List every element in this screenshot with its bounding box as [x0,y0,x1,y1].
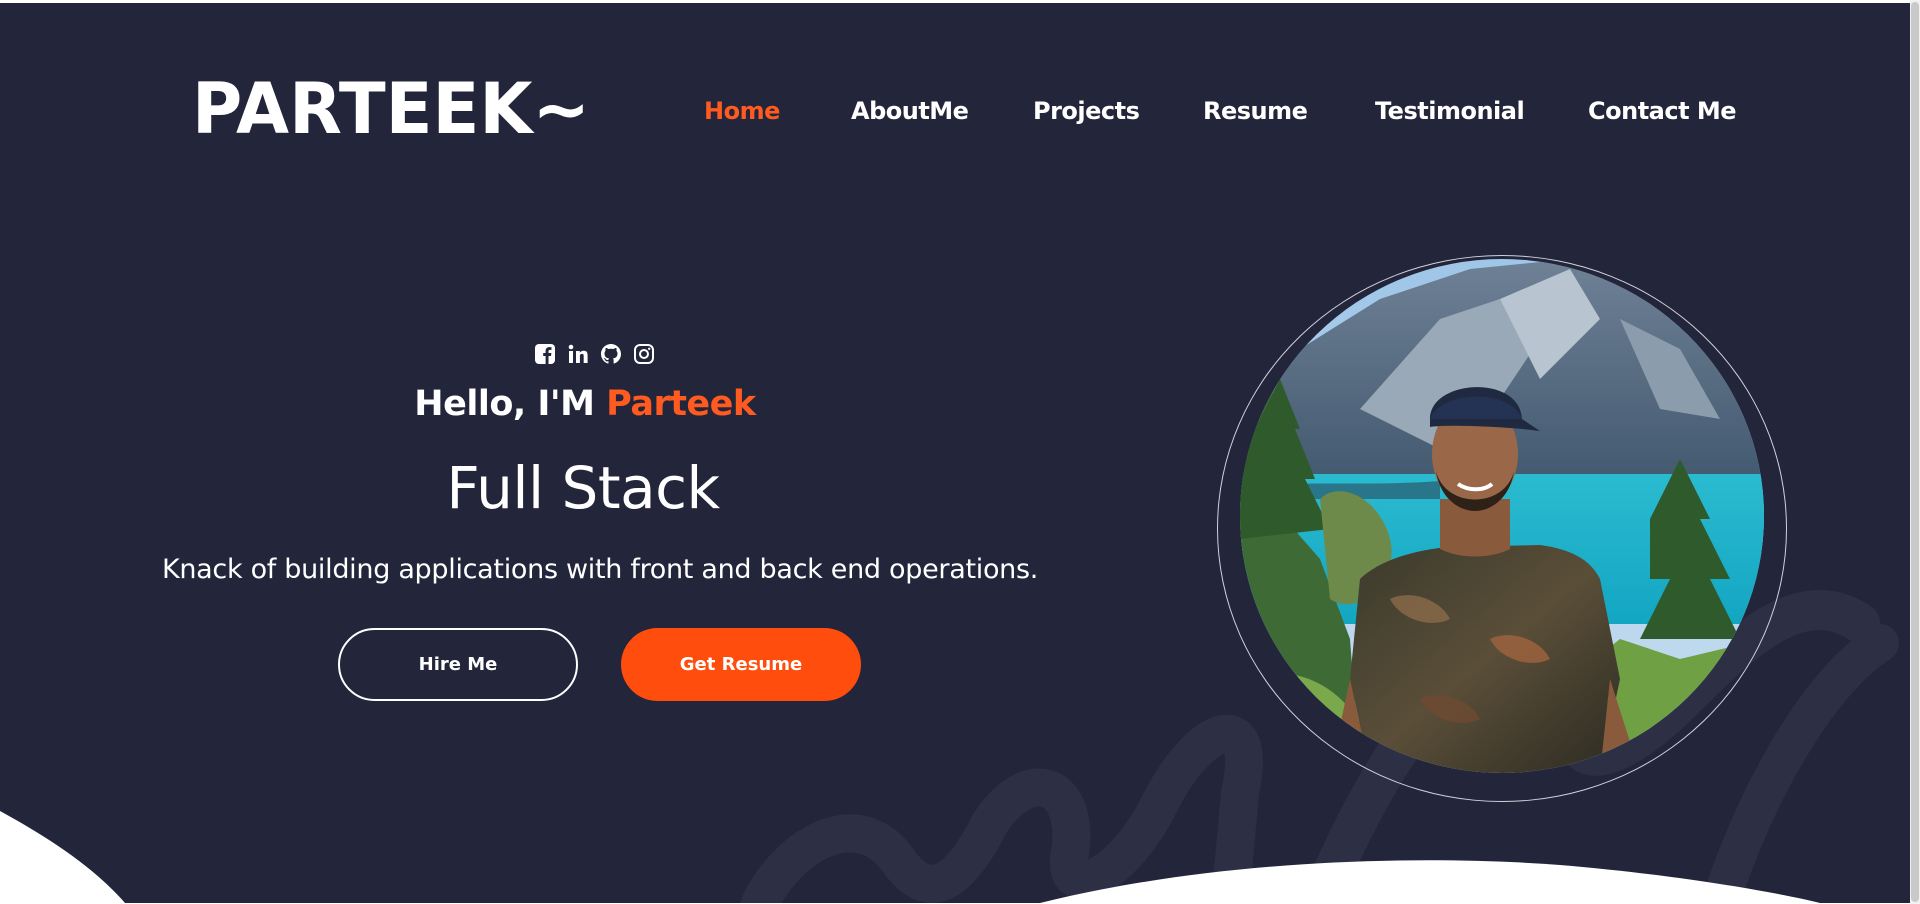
page-scrollbar[interactable] [1910,0,1920,904]
greeting-name: Parteek [606,384,756,424]
get-resume-button[interactable]: Get Resume [621,628,861,701]
nav-item-aboutme[interactable]: AboutMe [851,93,969,129]
linkedin-icon[interactable] [566,342,590,366]
hero-greeting: Hello, I'M Parteek [0,381,1170,427]
nav-item-resume[interactable]: Resume [1203,93,1308,129]
nav-item-home[interactable]: Home [704,93,780,129]
scrollbar-thumb[interactable] [1911,2,1919,902]
greeting-prefix: Hello, I'M [414,384,607,424]
page: PARTEEK~ Home AboutMe Projects Resume Te… [0,0,1920,904]
facebook-icon[interactable] [533,342,557,366]
nav-item-contact-me[interactable]: Contact Me [1588,93,1737,129]
hire-me-button[interactable]: Hire Me [338,628,578,701]
hero-section: PARTEEK~ Home AboutMe Projects Resume Te… [0,3,1910,903]
instagram-icon[interactable] [632,342,656,366]
github-icon[interactable] [599,342,623,366]
nav-item-projects[interactable]: Projects [1033,93,1140,129]
profile-photo [1240,259,1764,773]
social-links [533,341,656,367]
hero-role: Full Stack [446,454,720,522]
hero-tagline: Knack of building applications with fron… [161,554,1039,585]
main-nav: Home AboutMe Projects Resume Testimonial… [0,93,1910,129]
nav-item-testimonial[interactable]: Testimonial [1375,93,1525,129]
